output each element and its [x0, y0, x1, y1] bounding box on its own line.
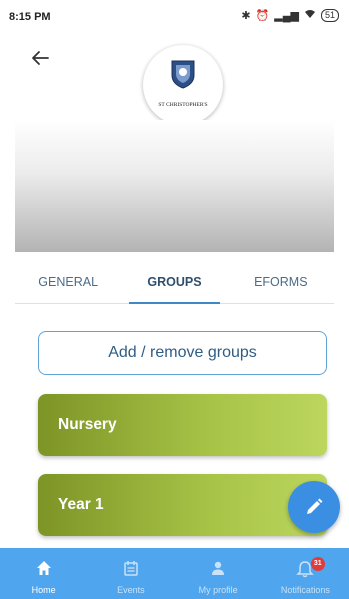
battery-indicator: 51 — [320, 9, 339, 22]
edit-fab-button[interactable] — [288, 481, 340, 533]
notification-badge: 31 — [310, 557, 325, 571]
school-logo-name: ST CHRISTOPHER'S — [158, 102, 208, 108]
status-bar: 8:15 PM ✱ ⏰ ▂▄▆ 51 — [0, 0, 349, 32]
home-icon — [36, 561, 51, 575]
nav-events-label: Events — [117, 585, 145, 595]
bluetooth-icon: ✱ — [241, 10, 251, 22]
bottom-nav: Home Events My profile 31 Notifications — [0, 548, 349, 599]
group-card-label: Year 1 — [58, 496, 104, 513]
status-time: 8:15 PM — [9, 11, 51, 23]
add-remove-groups-button[interactable]: Add / remove groups — [38, 331, 327, 375]
nav-home-label: Home — [31, 585, 56, 595]
nav-my-profile[interactable]: My profile — [175, 548, 262, 599]
nav-my-profile-label: My profile — [198, 585, 238, 595]
nav-home[interactable]: Home — [0, 548, 87, 599]
header-banner — [15, 120, 334, 252]
status-icons: ✱ ⏰ ▂▄▆ 51 — [241, 9, 339, 22]
group-card-nursery[interactable]: Nursery — [38, 394, 327, 456]
tab-bar: GENERAL GROUPS EFORMS — [15, 265, 334, 304]
wifi-icon — [304, 9, 316, 22]
person-icon — [212, 561, 225, 575]
school-crest-icon — [171, 60, 195, 89]
nav-notifications-label: Notifications — [280, 585, 330, 595]
signal-icon: ▂▄▆ — [274, 10, 299, 22]
group-card-year-1[interactable]: Year 1 — [38, 474, 327, 536]
nav-notifications[interactable]: 31 Notifications — [262, 548, 349, 599]
school-logo: ST CHRISTOPHER'S — [143, 45, 223, 125]
tab-groups[interactable]: GROUPS — [121, 265, 227, 304]
back-arrow-icon[interactable] — [30, 48, 54, 68]
group-card-label: Nursery — [58, 416, 117, 433]
tab-eforms[interactable]: EFORMS — [228, 265, 334, 303]
calendar-icon — [124, 561, 138, 576]
alarm-icon: ⏰ — [255, 10, 270, 22]
nav-events[interactable]: Events — [87, 548, 174, 599]
tab-general[interactable]: GENERAL — [15, 265, 121, 303]
pencil-icon — [307, 498, 323, 514]
